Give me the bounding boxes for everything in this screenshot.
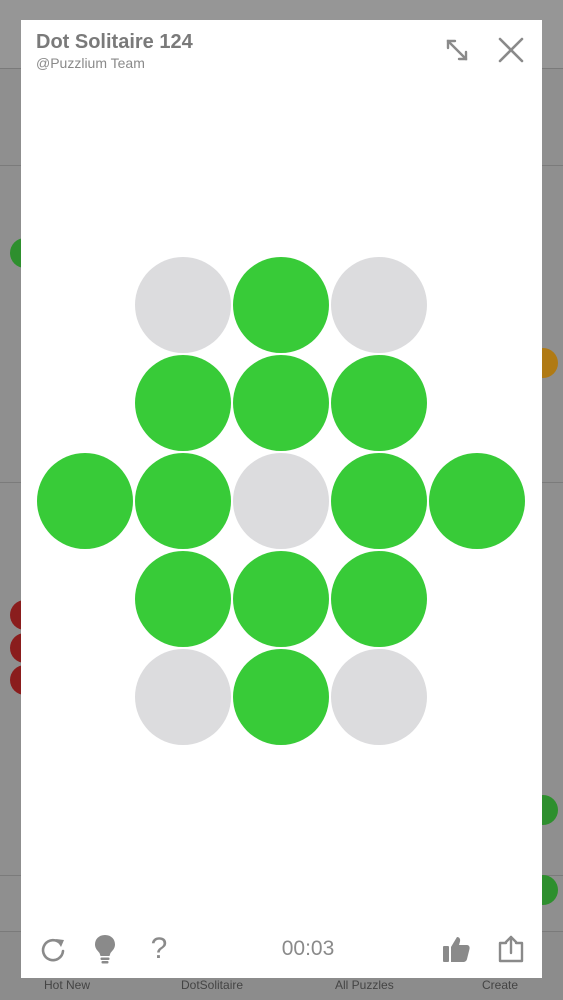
puzzle-modal: Dot Solitaire 124 @Puzzlium Team ? 00:03 bbox=[21, 20, 542, 978]
peg-dot[interactable] bbox=[135, 551, 231, 647]
peg-dot[interactable] bbox=[233, 257, 329, 353]
peg-dot[interactable] bbox=[233, 649, 329, 745]
share-icon bbox=[498, 935, 524, 963]
peg-dot[interactable] bbox=[331, 355, 427, 451]
empty-hole[interactable] bbox=[135, 649, 231, 745]
peg-dot[interactable] bbox=[135, 355, 231, 451]
peg-dot[interactable] bbox=[429, 453, 525, 549]
empty-hole[interactable] bbox=[233, 453, 329, 549]
help-button[interactable]: ? bbox=[141, 931, 177, 967]
background-tab-dotsolitaire: DotSolitaire bbox=[181, 978, 244, 992]
thumbs-up-icon bbox=[443, 937, 470, 962]
peg-dot[interactable] bbox=[135, 453, 231, 549]
peg-dot[interactable] bbox=[233, 551, 329, 647]
lightbulb-icon bbox=[95, 935, 115, 964]
peg-dot[interactable] bbox=[331, 551, 427, 647]
share-button[interactable] bbox=[493, 931, 529, 967]
peg-dot[interactable] bbox=[331, 453, 427, 549]
restart-icon bbox=[41, 938, 65, 962]
hint-button[interactable] bbox=[87, 931, 123, 967]
timer: 00:03 bbox=[281, 937, 335, 960]
like-button[interactable] bbox=[438, 931, 474, 967]
empty-hole[interactable] bbox=[331, 257, 427, 353]
empty-hole[interactable] bbox=[135, 257, 231, 353]
empty-hole[interactable] bbox=[331, 649, 427, 745]
peg-dot[interactable] bbox=[233, 355, 329, 451]
puzzle-board bbox=[21, 20, 542, 978]
puzzle-toolbar: ? 00:03 bbox=[21, 925, 542, 975]
background-tab-create: Create bbox=[482, 978, 519, 992]
restart-button[interactable] bbox=[35, 931, 71, 967]
question-mark-icon: ? bbox=[150, 932, 168, 965]
background-tab-hot-new: Hot New bbox=[44, 978, 91, 992]
background-tab-all-puzzles: All Puzzles bbox=[335, 978, 394, 992]
peg-dot[interactable] bbox=[37, 453, 133, 549]
